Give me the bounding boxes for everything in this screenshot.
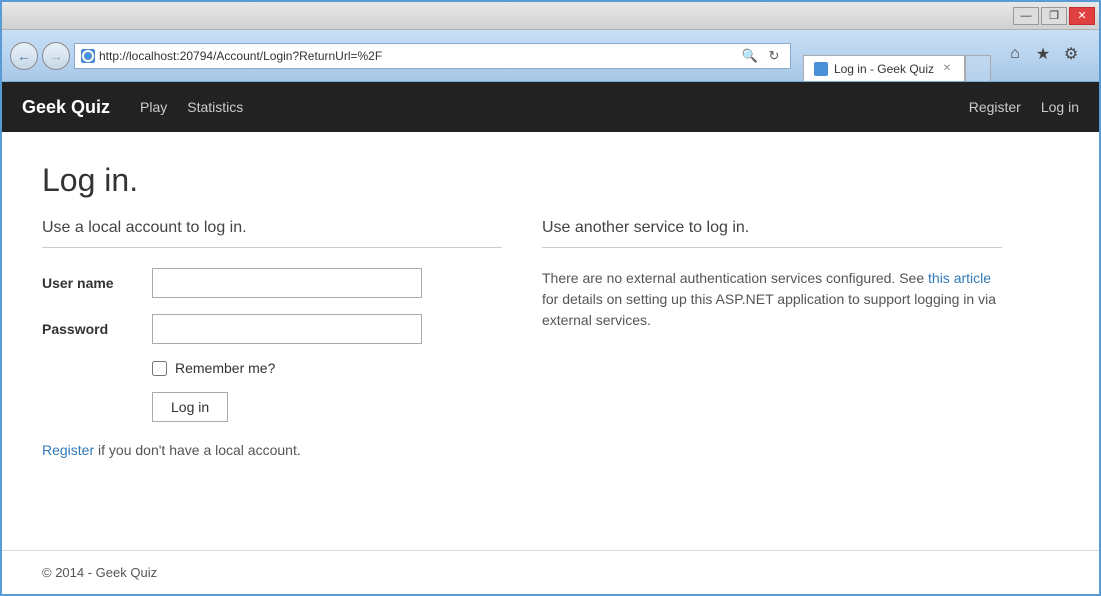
external-text-after: for details on setting up this ASP.NET a…: [542, 291, 996, 328]
settings-icon[interactable]: ⚙: [1059, 42, 1083, 66]
remember-me-checkbox[interactable]: [152, 361, 167, 376]
restore-button[interactable]: ❐: [1041, 7, 1067, 25]
title-bar-buttons: — ❐ ✕: [1013, 7, 1095, 25]
forward-button[interactable]: →: [42, 42, 70, 70]
minimize-button[interactable]: —: [1013, 7, 1039, 25]
tab-favicon: [814, 62, 828, 76]
right-panel: Use another service to log in. There are…: [542, 219, 1002, 458]
nav-play[interactable]: Play: [140, 99, 167, 115]
password-group: Password: [42, 314, 502, 344]
register-text: if you don't have a local account.: [98, 442, 301, 458]
app-nav-right: Register Log in: [969, 99, 1079, 115]
new-tab-button[interactable]: [965, 55, 991, 81]
app-nav-links: Play Statistics: [140, 99, 243, 115]
left-panel: Use a local account to log in. User name…: [42, 219, 502, 458]
main-content: Log in. Use a local account to log in. U…: [2, 132, 1099, 550]
footer-text: © 2014 - Geek Quiz: [42, 565, 157, 580]
local-section-title: Use a local account to log in.: [42, 219, 502, 237]
register-link[interactable]: Register: [42, 442, 94, 458]
password-input[interactable]: [152, 314, 422, 344]
page-footer: © 2014 - Geek Quiz: [2, 550, 1099, 594]
back-button[interactable]: ←: [10, 42, 38, 70]
content-grid: Use a local account to log in. User name…: [42, 219, 1002, 458]
this-article-link[interactable]: this article: [928, 270, 991, 286]
app-navbar: Geek Quiz Play Statistics Register Log i…: [2, 82, 1099, 132]
nav-statistics[interactable]: Statistics: [187, 99, 243, 115]
search-button[interactable]: 🔍: [740, 46, 760, 66]
tab-close-button[interactable]: ✕: [940, 62, 954, 76]
app-brand[interactable]: Geek Quiz: [22, 97, 110, 118]
external-description: There are no external authentication ser…: [542, 268, 1002, 331]
nav-bar: ← → http://localhost:20794/Account/Login…: [2, 30, 1099, 82]
address-bar[interactable]: http://localhost:20794/Account/Login?Ret…: [74, 43, 791, 69]
address-favicon: [81, 49, 95, 63]
browser-toolbar-right: ⌂ ★ ⚙: [995, 42, 1091, 70]
refresh-button[interactable]: ↻: [764, 46, 784, 66]
login-button-wrapper: Log in: [42, 392, 502, 422]
external-section-title: Use another service to log in.: [542, 219, 1002, 237]
nav-register[interactable]: Register: [969, 99, 1021, 115]
address-url: http://localhost:20794/Account/Login?Ret…: [99, 49, 736, 63]
title-bar: — ❐ ✕: [2, 2, 1099, 30]
username-input[interactable]: [152, 268, 422, 298]
login-button[interactable]: Log in: [152, 392, 228, 422]
remember-me-label: Remember me?: [175, 360, 275, 376]
left-divider: [42, 247, 502, 248]
favorites-icon[interactable]: ★: [1031, 42, 1055, 66]
right-divider: [542, 247, 1002, 248]
browser-tab[interactable]: Log in - Geek Quiz ✕: [803, 55, 965, 81]
page-content: Geek Quiz Play Statistics Register Log i…: [2, 82, 1099, 594]
home-icon[interactable]: ⌂: [1003, 42, 1027, 66]
register-link-section: Register if you don't have a local accou…: [42, 442, 502, 458]
password-label: Password: [42, 321, 152, 337]
remember-me-group: Remember me?: [152, 360, 502, 376]
close-button[interactable]: ✕: [1069, 7, 1095, 25]
external-text-before: There are no external authentication ser…: [542, 270, 928, 286]
username-group: User name: [42, 268, 502, 298]
nav-login[interactable]: Log in: [1041, 99, 1079, 115]
page-title: Log in.: [42, 162, 1059, 199]
browser-window: — ❐ ✕ ← → http://localhost:20794/Account…: [0, 0, 1101, 596]
tab-title: Log in - Geek Quiz: [834, 62, 934, 76]
username-label: User name: [42, 275, 152, 291]
